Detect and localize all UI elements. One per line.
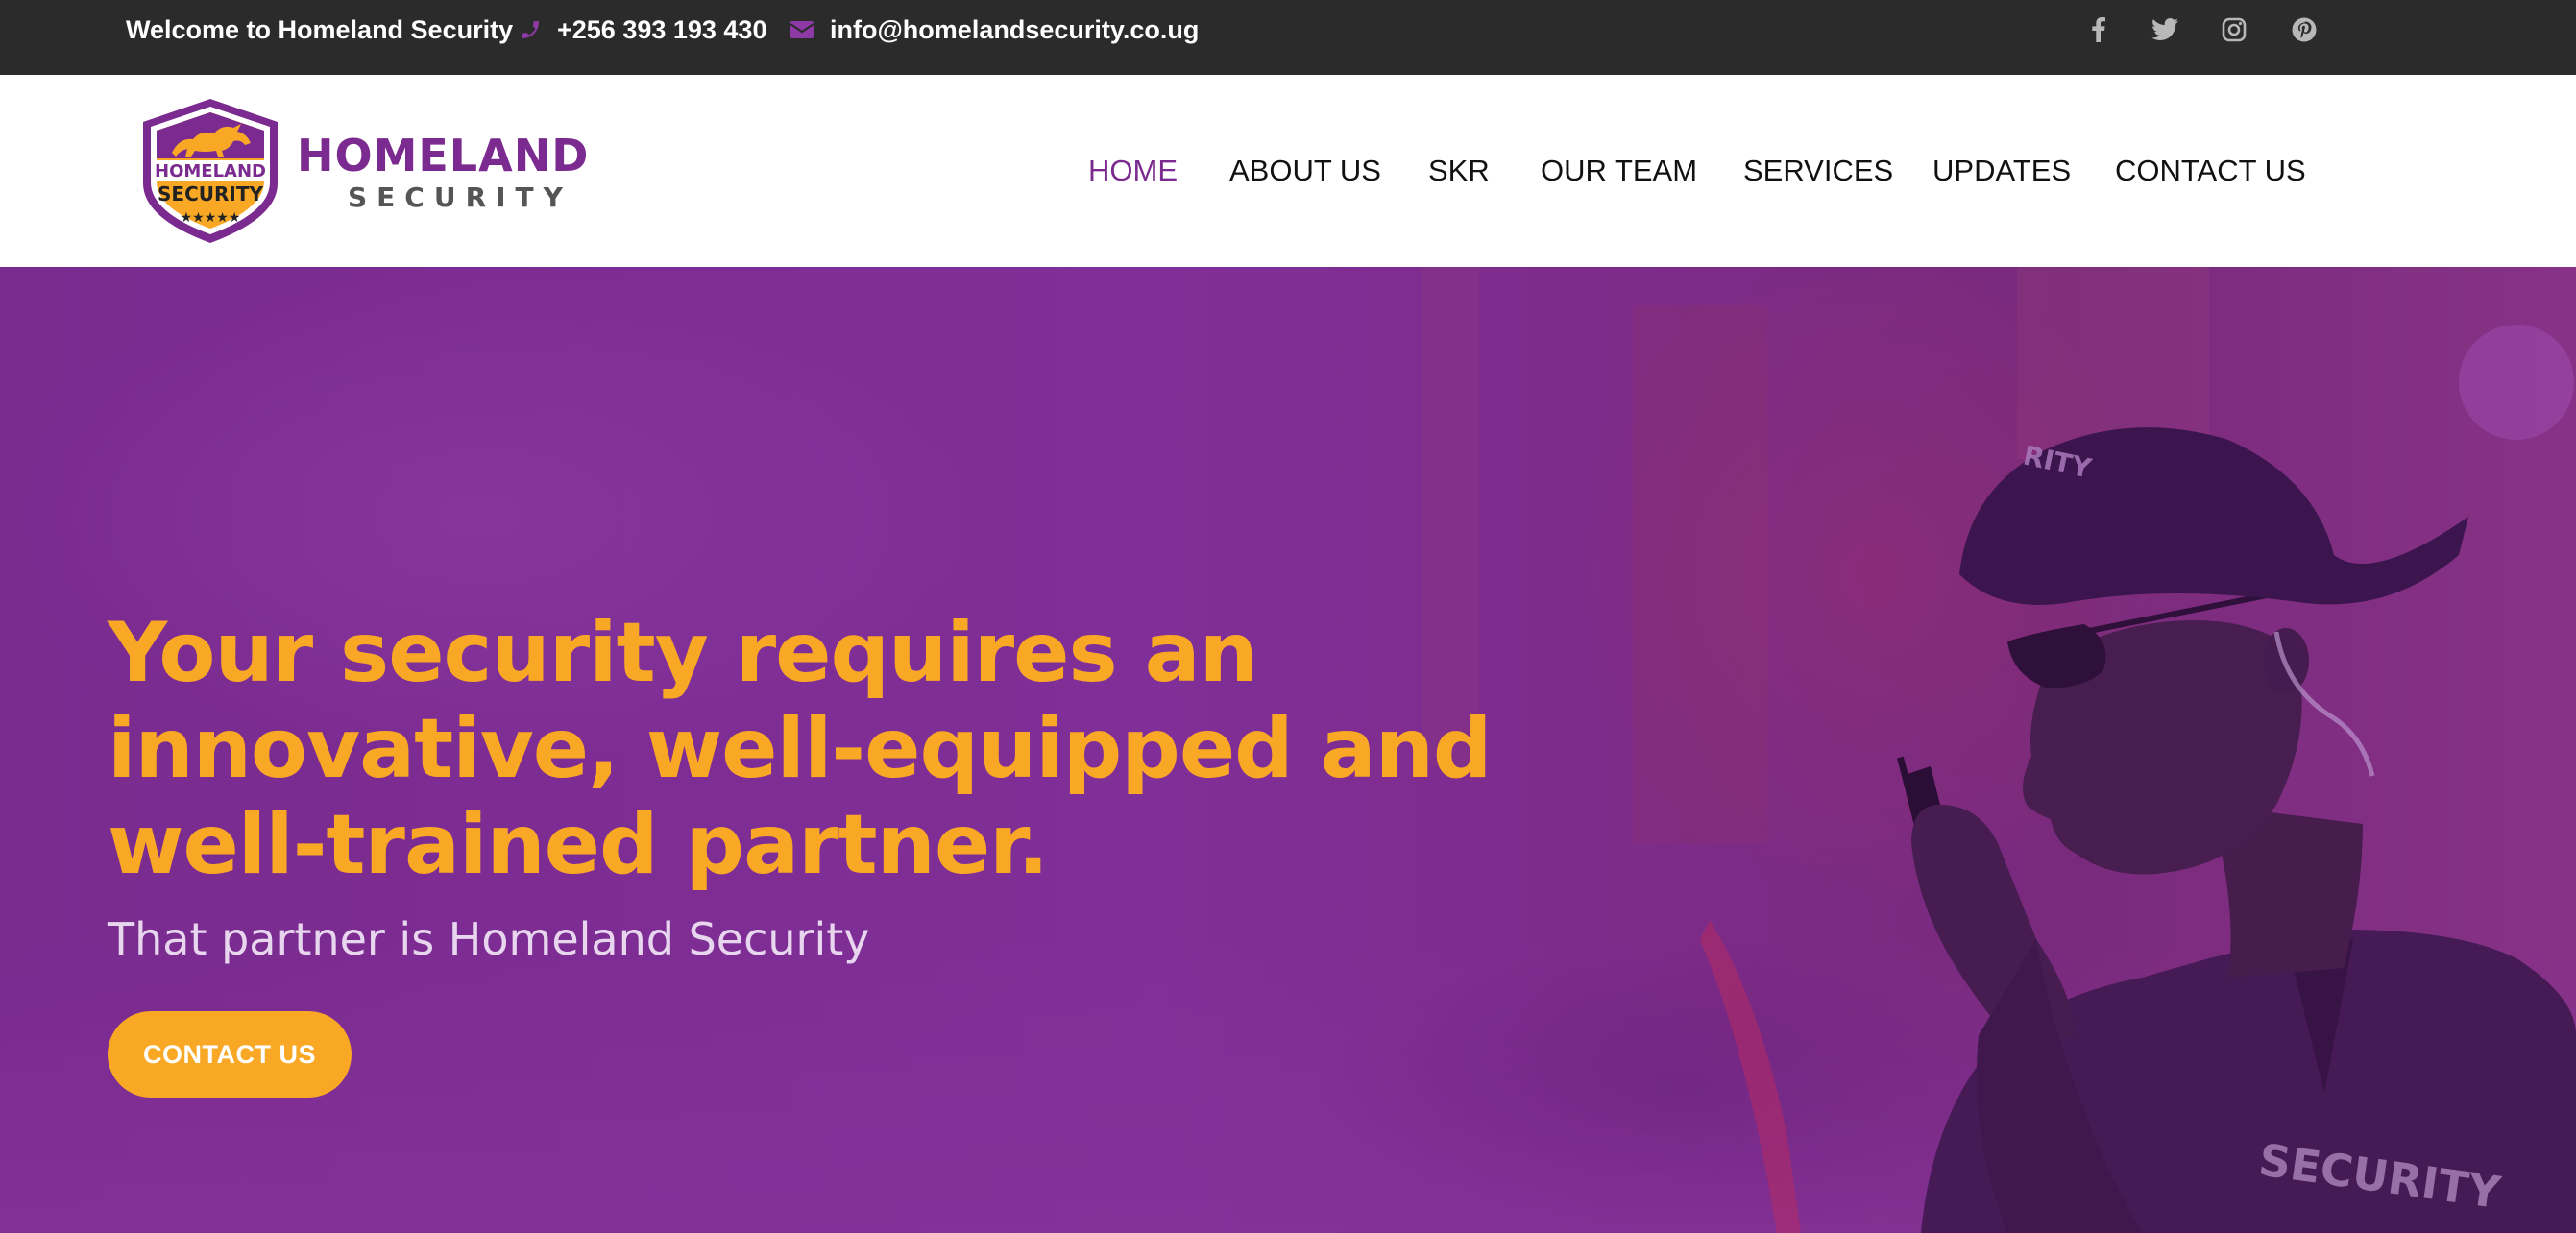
twitter-icon[interactable] — [2149, 0, 2181, 60]
top-bar: Welcome to Homeland Security +256 393 19… — [0, 0, 2576, 75]
contact-us-button[interactable]: CONTACT US — [108, 1011, 352, 1098]
phone-icon — [519, 18, 542, 41]
hero-section: RITY SECURITY Your security requires an … — [0, 267, 2576, 1233]
instagram-icon[interactable] — [2218, 0, 2250, 60]
logo-wordmark-bottom: SECURITY — [348, 181, 572, 213]
hero-headline: Your security requires an innovative, we… — [108, 605, 1492, 893]
logo-badge-line2: SECURITY — [158, 182, 263, 206]
envelope-icon — [790, 19, 814, 40]
nav-our-team[interactable]: OUR TEAM — [1541, 75, 1697, 267]
nav-services[interactable]: SERVICES — [1743, 75, 1893, 267]
nav-about-us[interactable]: ABOUT US — [1229, 75, 1381, 267]
nav-contact-us[interactable]: CONTACT US — [2115, 75, 2306, 267]
nav-skr[interactable]: SKR — [1428, 75, 1490, 267]
pinterest-icon[interactable] — [2288, 0, 2321, 60]
welcome-text: Welcome to Homeland Security — [126, 14, 514, 44]
email-contact[interactable]: info@homelandsecurity.co.ug — [790, 0, 1199, 60]
email-address: info@homelandsecurity.co.ug — [830, 14, 1200, 44]
svg-text:★★★★★: ★★★★★ — [181, 210, 241, 226]
phone-number: +256 393 193 430 — [557, 14, 767, 44]
hero-subtitle: That partner is Homeland Security — [108, 913, 870, 965]
facebook-icon[interactable] — [2082, 0, 2115, 60]
nav-updates[interactable]: UPDATES — [1932, 75, 2071, 267]
logo-badge-line1: HOMELAND — [155, 161, 266, 181]
logo-wordmark-top: HOMELAND — [297, 130, 590, 181]
nav-home[interactable]: HOME — [1088, 75, 1178, 267]
phone-contact[interactable]: +256 393 193 430 — [519, 0, 766, 60]
site-logo[interactable]: HOMELAND SECURITY ★★★★★ HOMELAND SECURIT… — [134, 95, 588, 249]
site-header: HOMELAND SECURITY ★★★★★ HOMELAND SECURIT… — [0, 75, 2576, 267]
logo-badge: HOMELAND SECURITY ★★★★★ — [143, 99, 278, 243]
